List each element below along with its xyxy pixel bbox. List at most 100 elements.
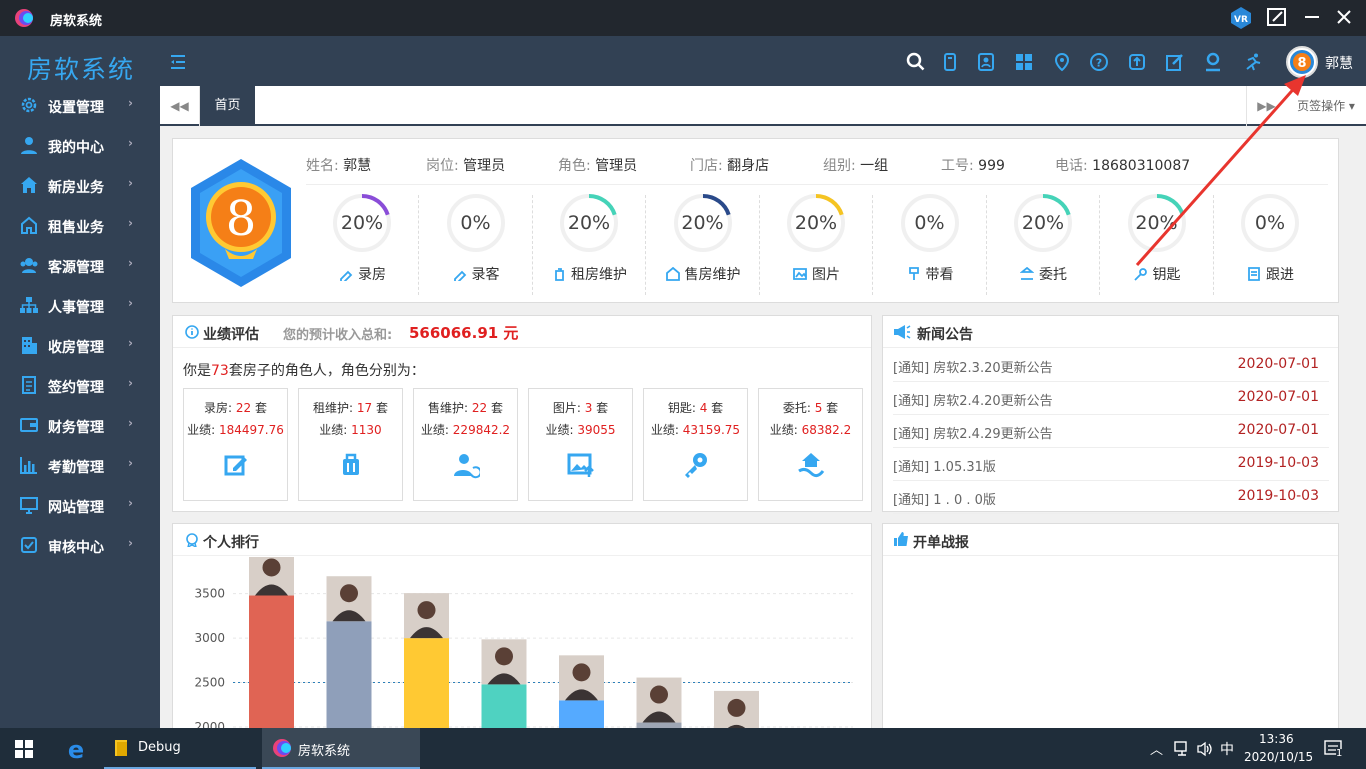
stat-4[interactable]: 20% 图片 [760,191,873,295]
stat-icon [340,270,353,283]
search-icon[interactable] [906,52,926,72]
stat-1[interactable]: 0% 录客 [420,191,533,295]
taskbar-item-debug[interactable]: Debug [104,728,256,769]
sidebar: 设置管理 › 我的中心 › 新房业务 › 租售业务 › 客源管理 › 人事管理 › 收房管理… [0,86,160,728]
edit-window-icon[interactable] [1264,6,1290,30]
help-icon[interactable]: ? [1089,52,1109,72]
sidebar-item-settings[interactable]: 设置管理 › [0,86,160,126]
user-avatar[interactable]: 8 [1286,46,1318,78]
network-icon[interactable] [1173,740,1191,758]
edge-browser-icon[interactable]: e [64,737,88,761]
profile-panel: 8 姓名: 郭慧 岗位: 管理员 角色: 管理员 门店: 翻身店 组别: 一组 … [172,138,1339,303]
performance-card[interactable]: 录房: 22 套业绩: 184497.76 [183,388,288,501]
progress-ring: 0% [900,193,960,253]
performance-card[interactable]: 委托: 5 套业绩: 68382.2 [758,388,863,501]
stat-5[interactable]: 0% 带看 [874,191,987,295]
customers-icon [20,258,38,273]
news-title: 新闻公告 [917,327,973,343]
ranking-bar[interactable] [249,595,294,737]
vr-icon[interactable]: VR [1228,6,1254,30]
performance-card[interactable]: 租维护: 17 套业绩: 1130 [298,388,403,501]
sidebar-item-website[interactable]: 网站管理 › [0,486,160,526]
ranking-avatar[interactable] [249,557,294,596]
tab-home[interactable]: 首页 [200,86,255,126]
brand-title: 房软系统 [27,55,136,84]
stat-icon [555,268,564,281]
megaphone-icon [894,325,911,339]
close-button[interactable] [1331,6,1357,30]
sidebar-item-new-house[interactable]: 新房业务 › [0,166,160,206]
windows-start-icon[interactable] [15,740,33,758]
performance-card[interactable]: 钥匙: 4 套业绩: 43159.75 [643,388,748,501]
phone-icon[interactable] [940,52,960,72]
location-icon[interactable] [1052,52,1072,72]
ranking-chart: 2000250030003500 [194,557,853,737]
news-item[interactable]: [通知] 1.05.31版 2019-10-03 [893,448,1329,481]
stat-6[interactable]: 20% 委托 [987,191,1100,295]
user-location-icon[interactable] [1203,52,1223,72]
performance-card[interactable]: 售维护: 22 套业绩: 229842.2 [413,388,518,501]
sidebar-item-hr[interactable]: 人事管理 › [0,286,160,326]
sidebar-item-contract[interactable]: 签约管理 › [0,366,160,406]
volume-icon[interactable] [1196,740,1214,758]
ranking-avatar[interactable] [559,655,604,701]
stat-icon [1133,268,1147,281]
y-tick-label: 3500 [194,587,225,601]
ranking-avatar[interactable] [481,639,527,685]
sidebar-item-audit[interactable]: 审核中心 › [0,526,160,566]
write-icon[interactable] [1165,52,1185,72]
notification-icon[interactable] [1324,739,1346,759]
key-icon [685,453,707,478]
tab-scroll-left-button[interactable]: ◀◀ [160,86,200,126]
menu-toggle-icon[interactable] [170,55,186,69]
username-label[interactable]: 郭慧 [1325,53,1353,73]
progress-ring: 0% [446,193,506,253]
sidebar-item-attendance[interactable]: 考勤管理 › [0,446,160,486]
svg-text:?: ? [1096,57,1102,70]
stat-2[interactable]: 20% 租房维护 [533,191,646,295]
ranking-bar[interactable] [326,621,372,737]
clock-time[interactable]: 13:36 [1259,732,1294,746]
ranking-avatar[interactable] [326,576,372,622]
news-panel: 新闻公告 [通知] 房软2.3.20更新公告 2020-07-01 [通知] 房软2… [882,315,1339,514]
ranking-avatar[interactable] [636,677,682,723]
y-tick-label: 2500 [194,676,225,690]
house-icon [21,177,37,193]
app-logo-icon [15,9,33,27]
sidebar-item-finance[interactable]: 财务管理 › [0,406,160,446]
tab-operations-dropdown[interactable]: 页签操作 ▾ [1286,86,1366,126]
stat-7[interactable]: 20% 钥匙 [1101,191,1214,295]
window-title: 房软系统 [50,14,103,29]
ranking-bar[interactable] [404,638,449,737]
taskbar-item-app[interactable]: 房软系统 [262,728,420,769]
performance-panel: 业绩评估 您的预计收入总和: 566066.91 元 你是73套房子的角色人，角… [172,315,872,512]
tab-scroll-right-button[interactable]: ▶▶ [1246,86,1286,126]
minimize-button[interactable] [1299,6,1325,30]
top-navbar [0,36,1366,86]
upload-icon[interactable] [1127,52,1147,72]
performance-card[interactable]: 图片: 3 套业绩: 39055 [528,388,633,501]
news-item[interactable]: [通知] 1 . 0 . 0版 2019-10-03 [893,481,1329,514]
tray-expand-icon[interactable]: ︿ [1150,739,1163,758]
progress-ring: 20% [1013,193,1073,253]
clock-date[interactable]: 2020/10/15 [1244,750,1313,764]
contact-card-icon[interactable] [976,52,996,72]
news-item[interactable]: [通知] 房软2.4.29更新公告 2020-07-01 [893,415,1329,448]
sidebar-item-my-center[interactable]: 我的中心 › [0,126,160,166]
stat-3[interactable]: 20% 售房维护 [647,191,760,295]
ime-indicator[interactable]: 中 [1220,739,1234,759]
news-item[interactable]: [通知] 房软2.3.20更新公告 2020-07-01 [893,349,1329,382]
sidebar-item-collect-house[interactable]: 收房管理 › [0,326,160,366]
stat-8[interactable]: 0% 跟进 [1214,191,1327,295]
thumbs-up-icon [894,532,908,546]
info-circle-icon [185,325,199,339]
stat-0[interactable]: 20% 录房 [306,191,419,295]
running-icon[interactable] [1243,52,1263,72]
ranking-avatar[interactable] [404,593,449,639]
grid-icon[interactable] [1014,52,1034,72]
news-item[interactable]: [通知] 房软2.4.20更新公告 2020-07-01 [893,382,1329,415]
sidebar-item-customers[interactable]: 客源管理 › [0,246,160,286]
sidebar-item-rent-sale[interactable]: 租售业务 › [0,206,160,246]
ranking-panel: 个人排行 2000 2500 3000 3500 [172,523,872,738]
app-logo-icon [273,739,291,757]
